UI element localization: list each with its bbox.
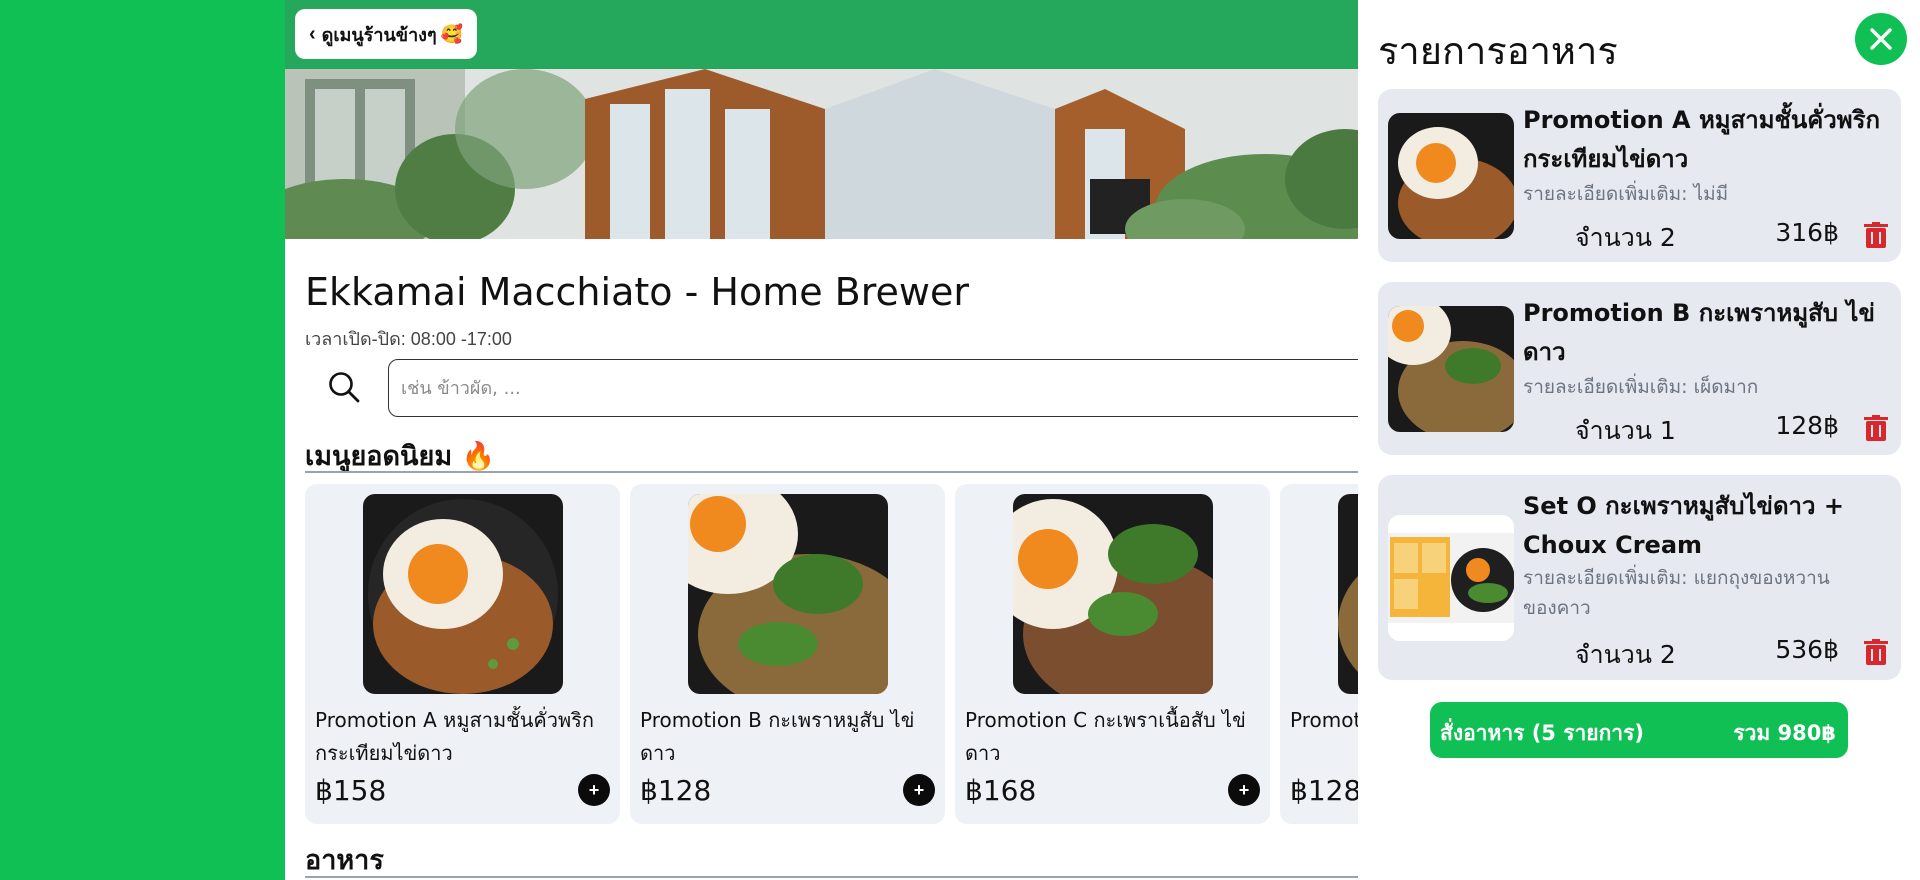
fire-icon: 🔥 bbox=[461, 441, 496, 472]
trash-icon[interactable] bbox=[1864, 222, 1888, 248]
hours-label: เวลาเปิด-ปิด: bbox=[305, 329, 406, 349]
cart-item-name: Promotion B กะเพราหมูสับ ไข่ดาว bbox=[1523, 299, 1875, 366]
cart-item-quantity: จำนวน 2 bbox=[1575, 640, 1676, 669]
add-to-cart-button[interactable]: + bbox=[1228, 774, 1260, 806]
food-image bbox=[1013, 494, 1213, 694]
cart-item-price: 316฿ bbox=[1775, 218, 1839, 247]
menu-card[interactable]: Promotion C กะเพราเนื้อสับ ไข่ดาว ฿168 + bbox=[955, 484, 1270, 824]
store-banner-image bbox=[285, 69, 1358, 239]
search-input[interactable] bbox=[388, 359, 1358, 417]
menu-item-name: Promotion B กะเพราหมูสับ ไข่ดาว bbox=[640, 708, 915, 765]
food-image bbox=[1338, 494, 1358, 694]
order-total-label: รวม 980฿ bbox=[1733, 721, 1836, 745]
menu-item-price: ฿158 bbox=[315, 774, 387, 807]
trash-icon[interactable] bbox=[1864, 639, 1888, 665]
section-divider bbox=[305, 471, 1358, 473]
close-button[interactable] bbox=[1855, 13, 1907, 65]
search-icon[interactable] bbox=[328, 371, 360, 403]
close-icon bbox=[1870, 28, 1892, 50]
cart-item-quantity: จำนวน 1 bbox=[1575, 416, 1676, 445]
menu-item-name: Promot ไข่ดาว bbox=[1290, 708, 1358, 732]
add-to-cart-button[interactable]: + bbox=[903, 774, 935, 806]
back-button[interactable]: ‹ ดูเมนูร้านข้างๆ 🥰 bbox=[295, 9, 478, 59]
menu-item-name: Promotion C กะเพราเนื้อสับ ไข่ดาว bbox=[965, 708, 1246, 765]
smiling-hearts-emoji-icon: 🥰 bbox=[440, 23, 464, 44]
food-image bbox=[688, 494, 888, 694]
place-order-button[interactable]: สั่งอาหาร (5 รายการ) รวม 980฿ bbox=[1430, 702, 1848, 758]
add-to-cart-button[interactable]: + bbox=[578, 774, 610, 806]
cart-item-price: 128฿ bbox=[1775, 411, 1839, 440]
cart-title: รายการอาหาร bbox=[1378, 29, 1618, 73]
menu-item-price: ฿128 bbox=[1290, 774, 1358, 807]
cart-item-image bbox=[1388, 515, 1514, 641]
top-bar: ‹ ดูเมนูร้านข้างๆ 🥰 bbox=[285, 0, 1358, 69]
cart-item: Promotion A หมูสามชั้นคั่วพริกกระเทียมไข… bbox=[1378, 89, 1901, 262]
cart-item-name: Promotion A หมูสามชั้นคั่วพริกกระเทียมไข… bbox=[1523, 106, 1881, 173]
cart-item-price: 536฿ bbox=[1775, 635, 1839, 664]
food-section-title: อาหาร bbox=[305, 845, 384, 876]
store-name: Ekkamai Macchiato - Home Brewer bbox=[305, 270, 969, 314]
menu-item-price: ฿168 bbox=[965, 774, 1037, 807]
order-count-label: สั่งอาหาร (5 รายการ) bbox=[1440, 721, 1644, 745]
chevron-left-icon: ‹ bbox=[309, 22, 316, 45]
opening-hours: เวลาเปิด-ปิด: 08:00 -17:00 bbox=[305, 324, 512, 353]
cart-item-name: Set O กะเพราหมูสับไข่ดาว + Choux Cream bbox=[1523, 492, 1844, 559]
cart-item-image bbox=[1388, 306, 1514, 432]
trash-icon[interactable] bbox=[1864, 415, 1888, 441]
cart-item: Promotion B กะเพราหมูสับ ไข่ดาว รายละเอี… bbox=[1378, 282, 1901, 455]
menu-card[interactable]: Promotion B กะเพราหมูสับ ไข่ดาว ฿128 + bbox=[630, 484, 945, 824]
menu-item-name: Promotion A หมูสามชั้นคั่วพริกกระเทียมไข… bbox=[315, 708, 595, 765]
section-divider bbox=[305, 876, 1358, 878]
cart-item-image bbox=[1388, 113, 1514, 239]
restaurant-page: ‹ ดูเมนูร้านข้างๆ 🥰 Ekkamai Macchiato - … bbox=[285, 0, 1358, 880]
popular-title-text: เมนูยอดนิยม bbox=[305, 441, 453, 472]
cart-item-detail: รายละเอียดเพิ่มเติม: แยกถุงของหวานของคาว bbox=[1523, 567, 1830, 619]
hours-value: 08:00 -17:00 bbox=[410, 329, 512, 349]
cart-item-detail: รายละเอียดเพิ่มเติม: เผ็ดมาก bbox=[1523, 376, 1759, 398]
cart-item-detail: รายละเอียดเพิ่มเติม: ไม่มี bbox=[1523, 183, 1729, 205]
back-label: ดูเมนูร้านข้างๆ bbox=[321, 24, 437, 45]
menu-card[interactable]: Promotion A หมูสามชั้นคั่วพริกกระเทียมไข… bbox=[305, 484, 620, 824]
food-image bbox=[363, 494, 563, 694]
cart-item-quantity: จำนวน 2 bbox=[1575, 223, 1676, 252]
menu-card[interactable]: Promot ไข่ดาว ฿128 + bbox=[1280, 484, 1358, 824]
cart-panel: รายการอาหาร Promotion A หมูสามชั้นคั่วพร… bbox=[1358, 0, 1920, 880]
menu-item-price: ฿128 bbox=[640, 774, 712, 807]
cart-item: Set O กะเพราหมูสับไข่ดาว + Choux Cream ร… bbox=[1378, 475, 1901, 680]
